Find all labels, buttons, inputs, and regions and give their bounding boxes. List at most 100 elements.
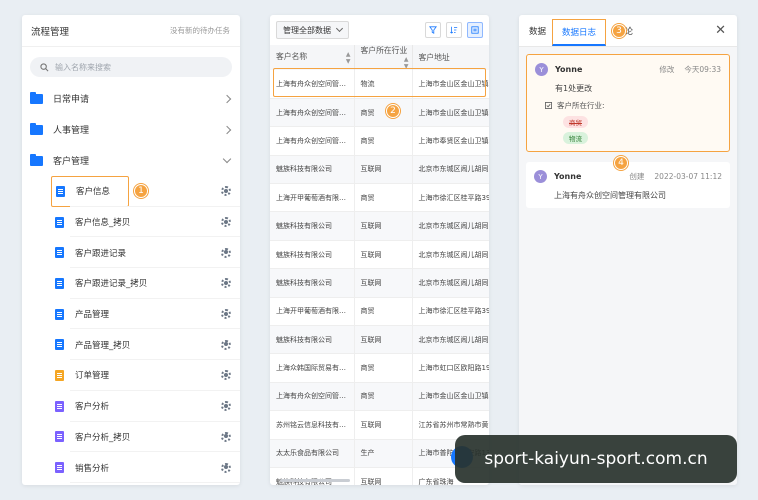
- table-row[interactable]: 上海开甲葡萄酒有限… 商贸 上海市徐汇区桂平路39: [270, 297, 489, 327]
- avatar: Y: [534, 170, 547, 183]
- table-cell: 魅族科技有限公司: [270, 467, 355, 485]
- gear-icon[interactable]: [221, 431, 231, 442]
- column-header[interactable]: 客户所在行业 ▲ ▼: [354, 45, 413, 70]
- form-item-link[interactable]: 订单管理: [51, 360, 113, 391]
- filter-button[interactable]: [425, 22, 441, 38]
- table-row[interactable]: 苏州铭云信息科技有… 互联网 江苏省苏州市常熟市黄: [270, 410, 489, 440]
- form-item-link[interactable]: 产品管理_拷贝: [51, 329, 134, 360]
- folder-hr-management[interactable]: 人事管理: [22, 114, 240, 145]
- sort-button[interactable]: [446, 22, 462, 38]
- horizontal-scrollbar[interactable]: [280, 479, 350, 482]
- chart-icon: [55, 431, 64, 443]
- form-item-link[interactable]: 客户分析: [51, 391, 113, 422]
- gear-icon[interactable]: [221, 462, 231, 473]
- search-box[interactable]: [30, 57, 232, 77]
- form-item-link[interactable]: 产品管理: [51, 299, 113, 330]
- tab-data-log[interactable]: 数据日志: [552, 19, 607, 46]
- chevron-right-icon: [222, 125, 232, 134]
- table-cell: 上海有舟众创空间管…: [270, 126, 355, 156]
- table-cell: 互联网: [354, 211, 413, 241]
- table-cell: 魅族科技有限公司: [270, 211, 355, 241]
- table-cell: 上海开甲葡萄酒有限…: [270, 183, 355, 213]
- form-item[interactable]: 销售分析: [22, 452, 240, 483]
- gear-icon[interactable]: [221, 401, 231, 412]
- table-cell: 商贸: [354, 98, 413, 128]
- table-row[interactable]: 上海有舟众创空间管… 商贸 上海市奉贤区金山卫镇: [270, 126, 489, 156]
- old-value-tag: 商贸: [563, 116, 588, 128]
- table-row[interactable]: 上海有舟众创空间管… 商贸 上海市金山区金山卫镇: [270, 98, 489, 128]
- form-item[interactable]: 客户信息_拷贝: [22, 207, 240, 238]
- document-icon: [55, 339, 64, 351]
- document-icon: [55, 247, 64, 259]
- data-scope-select[interactable]: 管理全部数据: [276, 21, 349, 39]
- gear-icon[interactable]: [221, 186, 231, 197]
- form-item-link[interactable]: 客户信息_拷贝: [51, 207, 134, 238]
- log-card-update: Y Yonne 修改 今天09:33 有1处更改 客户所在行业: 商贸 物流: [526, 54, 730, 152]
- step-badge: 3: [612, 24, 626, 38]
- table-row[interactable]: 魅族科技有限公司 互联网 北京市东城区闹儿胡同: [270, 155, 489, 185]
- step-badge: 4: [614, 156, 628, 170]
- table-row[interactable]: 上海众韩国际贸易有… 商贸 上海市虹口区欧阳路19: [270, 353, 489, 383]
- table-cell: 商贸: [354, 382, 413, 412]
- table-cell: 互联网: [354, 410, 413, 440]
- folder-label: 人事管理: [53, 126, 90, 136]
- table-row[interactable]: 上海有舟众创空间管… 物流 上海市金山区金山卫镇: [270, 70, 489, 99]
- chart-icon: [55, 400, 64, 412]
- tab-data[interactable]: 数据: [526, 25, 552, 46]
- form-item[interactable]: 订单管理: [22, 360, 240, 391]
- form-item[interactable]: 产品管理: [22, 299, 240, 330]
- form-item-link[interactable]: 销售分析: [51, 452, 113, 483]
- chevron-right-icon: [222, 94, 232, 103]
- table-cell: 生产: [354, 439, 413, 468]
- form-item[interactable]: 产品管理_拷贝: [22, 329, 240, 361]
- gear-icon[interactable]: [221, 217, 231, 228]
- form-item-link[interactable]: 客户跟进记录: [51, 237, 130, 268]
- form-item[interactable]: 客户跟进记录: [22, 237, 240, 269]
- table-row[interactable]: 上海开甲葡萄酒有限… 商贸 上海市徐汇区桂平路39: [270, 183, 489, 213]
- form-item-link[interactable]: 客户分析_拷贝: [51, 422, 134, 453]
- form-item[interactable]: 客户分析_拷贝: [22, 422, 240, 453]
- column-header[interactable]: 客户名称 ▲ ▼: [270, 45, 355, 70]
- form-item-link[interactable]: 客户跟进记录_拷贝: [51, 268, 151, 299]
- table-cell: 上海众韩国际贸易有…: [270, 353, 355, 383]
- form-item[interactable]: 客户信息 1: [22, 176, 240, 207]
- table-row[interactable]: 魅族科技有限公司 互联网 北京市东城区闹儿胡同: [270, 325, 489, 355]
- search-input[interactable]: [55, 62, 205, 72]
- column-header[interactable]: 客户地址: [412, 45, 489, 70]
- user-name: Yonne: [554, 172, 582, 181]
- gear-icon[interactable]: [221, 278, 231, 289]
- gear-icon[interactable]: [221, 339, 231, 350]
- table-cell: 魅族科技有限公司: [270, 325, 355, 355]
- close-icon[interactable]: ✕: [715, 23, 726, 38]
- table-row[interactable]: 魅族科技有限公司 互联网 北京市东城区闹儿胡同: [270, 211, 489, 241]
- table-cell: 上海有舟众创空间管…: [270, 70, 355, 99]
- gear-icon[interactable]: [221, 370, 231, 381]
- table-cell: 互联网: [354, 155, 413, 185]
- gear-icon[interactable]: [221, 309, 231, 320]
- table-row[interactable]: 魅族科技有限公司 互联网 北京市东城区闹儿胡同: [270, 240, 489, 270]
- form-item-link[interactable]: 客户信息: [51, 176, 129, 207]
- log-time: 今天09:33: [684, 65, 721, 74]
- table-cell: 商贸: [354, 126, 413, 156]
- table-row[interactable]: 上海有舟众创空间管… 商贸 上海市金山区金山卫镇: [270, 382, 489, 412]
- folder-customer-management[interactable]: 客户管理: [22, 145, 240, 176]
- form-item-label: 客户跟进记录_拷贝: [75, 279, 148, 290]
- change-summary: 有1处更改: [555, 84, 593, 93]
- table-cell: 北京市东城区闹儿胡同: [412, 211, 489, 241]
- form-item-label: 客户信息_拷贝: [75, 218, 131, 229]
- log-action: 创建: [629, 172, 645, 181]
- folder-open-icon: [30, 153, 43, 166]
- table-row[interactable]: 魅族科技有限公司 互联网 北京市东城区闹儿胡同: [270, 268, 489, 298]
- card-view-button[interactable]: [467, 22, 483, 38]
- sort-icon: [450, 26, 458, 34]
- form-item[interactable]: 客户跟进记录_拷贝: [22, 268, 240, 299]
- form-item-label: 客户跟进记录: [75, 248, 127, 259]
- table-cell: 太太乐食品有限公司: [270, 439, 355, 468]
- changed-field: 客户所在行业:: [557, 101, 605, 110]
- gear-icon[interactable]: [221, 247, 231, 258]
- document-icon: [55, 308, 64, 320]
- form-item[interactable]: 客户分析: [22, 391, 240, 422]
- detail-tabs: 数据 数据日志 评论 3 ✕: [519, 15, 737, 47]
- folder-daily-requests[interactable]: 日常申请: [22, 83, 240, 114]
- table-cell: 商贸: [354, 183, 413, 213]
